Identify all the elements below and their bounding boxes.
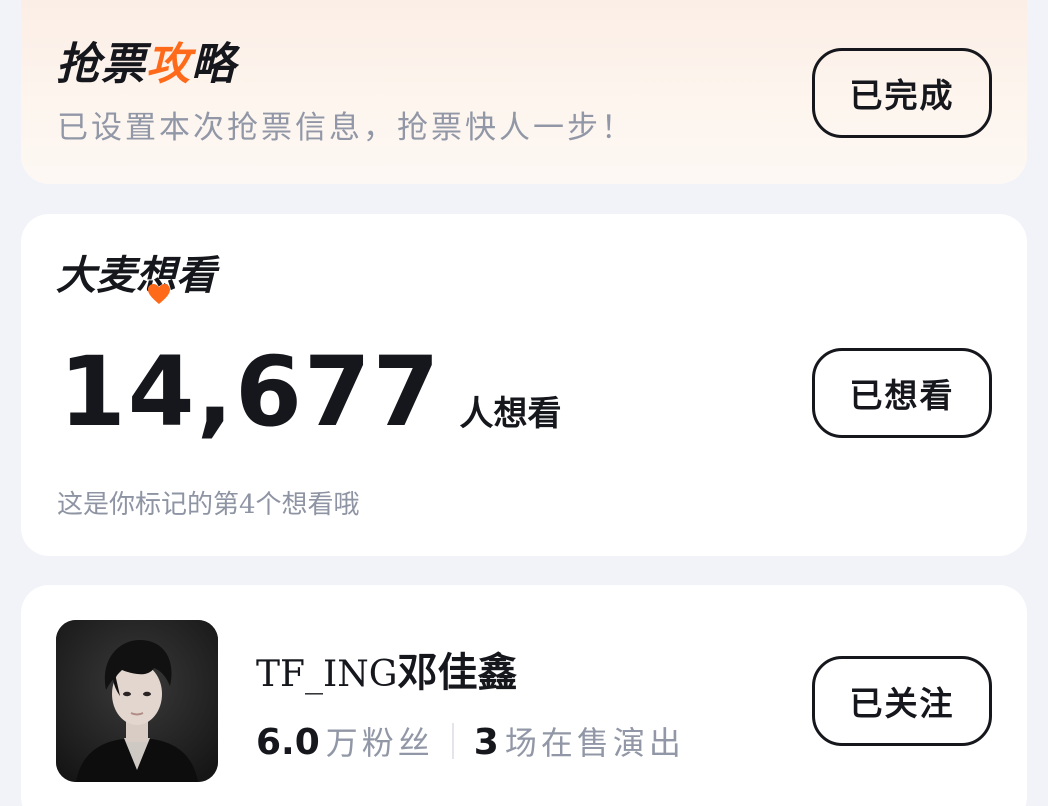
shows-count: 3 — [473, 722, 499, 763]
want-count: 14,677 — [59, 336, 442, 448]
stats-divider — [451, 723, 454, 759]
artist-stats: 6.0 万粉丝 3 场在售演出 — [256, 718, 685, 764]
heart-icon — [148, 284, 170, 304]
strategy-title: 抢票攻略 — [56, 30, 236, 90]
strategy-done-button[interactable]: 已完成 — [812, 48, 992, 138]
strategy-title-part1: 抢票 — [56, 39, 146, 90]
want-to-see-card: 大麦想看 14,677 人想看 这是你标记的第4个想看哦 已想看 — [21, 214, 1027, 556]
artist-card: TF_ING 邓佳鑫 6.0 万粉丝 3 场在售演出 已关注 — [21, 585, 1027, 806]
artist-avatar[interactable] — [56, 620, 218, 782]
want-note: 这是你标记的第4个想看哦 — [57, 490, 360, 520]
fans-label: 万粉丝 — [325, 724, 434, 762]
follow-button[interactable]: 已关注 — [812, 656, 992, 746]
logo-part2: 看 — [176, 253, 216, 299]
artist-name[interactable]: TF_ING 邓佳鑫 — [256, 640, 517, 698]
logo-part1: 大麦 — [56, 253, 136, 299]
want-count-row: 14,677 人想看 — [59, 344, 561, 440]
artist-name-latin: TF_ING — [256, 654, 398, 695]
artist-name-cjk: 邓佳鑫 — [397, 650, 518, 696]
ticket-strategy-card: 抢票攻略 已设置本次抢票信息，抢票快人一步！ 已完成 — [21, 0, 1027, 184]
strategy-title-part2: 略 — [191, 39, 236, 90]
fans-count: 6.0 — [256, 722, 320, 763]
logo-heart-char: 想 — [136, 243, 176, 304]
damai-want-logo: 大麦想看 — [56, 243, 216, 304]
want-count-unit: 人想看 — [459, 394, 562, 434]
want-marked-button[interactable]: 已想看 — [812, 348, 992, 438]
strategy-title-accent: 攻 — [146, 39, 191, 90]
shows-label: 场在售演出 — [504, 724, 685, 762]
artist-portrait-icon — [56, 620, 218, 782]
strategy-subtitle: 已设置本次抢票信息，抢票快人一步！ — [57, 110, 635, 146]
